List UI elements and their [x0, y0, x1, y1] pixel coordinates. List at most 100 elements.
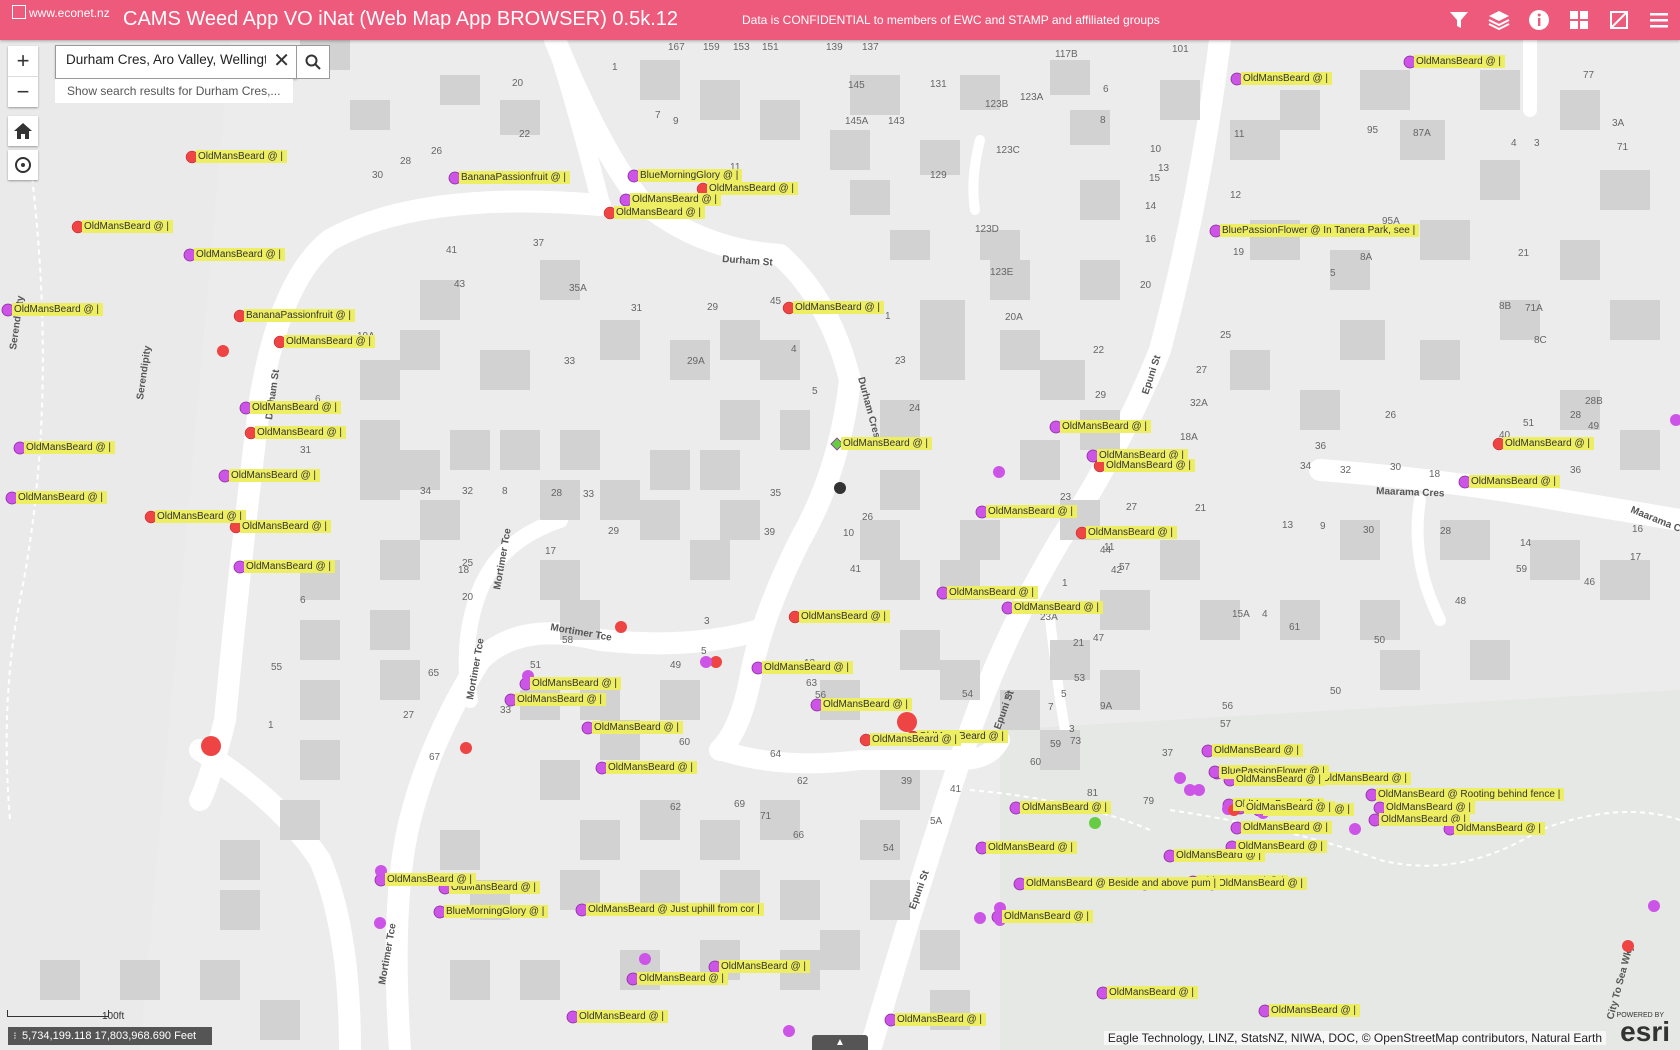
- observation-label[interactable]: OldMansBeard @ |: [1414, 55, 1506, 68]
- observation-point[interactable]: [783, 1025, 795, 1037]
- layers-icon[interactable]: [1479, 0, 1519, 40]
- search-button[interactable]: [296, 45, 330, 79]
- observation-label[interactable]: OldMansBeard @ |: [24, 441, 116, 454]
- observation-label[interactable]: OldMansBeard @ |: [1320, 772, 1412, 785]
- observation-label[interactable]: OldMansBeard @ |: [1241, 72, 1333, 85]
- observation-label[interactable]: OldMansBeard @ Rooting behind fence |: [1376, 788, 1565, 801]
- observation-label[interactable]: OldMansBeard @ |: [841, 437, 933, 450]
- observation-label[interactable]: OldMansBeard @ |: [1234, 773, 1326, 786]
- observation-label[interactable]: OldMansBeard @ |: [719, 960, 811, 973]
- menu-icon[interactable]: [1639, 0, 1679, 40]
- observation-label[interactable]: OldMansBeard @ |: [614, 206, 706, 219]
- zoom-out-button[interactable]: −: [8, 77, 38, 107]
- observation-label[interactable]: OldMansBeard @ |: [82, 220, 174, 233]
- observation-point[interactable]: [834, 482, 846, 494]
- observation-point[interactable]: [1622, 940, 1634, 952]
- grid-icon[interactable]: [1559, 0, 1599, 40]
- observation-point[interactable]: [217, 345, 229, 357]
- observation-label[interactable]: OldMansBeard @ |: [799, 610, 891, 623]
- observation-label[interactable]: OldMansBeard @ |: [1216, 877, 1308, 890]
- filter-icon[interactable]: [1439, 0, 1479, 40]
- observation-label[interactable]: OldMansBeard @ |: [637, 972, 729, 985]
- observation-point[interactable]: [974, 912, 986, 924]
- observation-label[interactable]: OldMansBeard @ |: [1107, 986, 1199, 999]
- observation-label[interactable]: BananaPassionfruit @ |: [459, 171, 571, 184]
- observation-label[interactable]: OldMansBeard @ |: [244, 560, 336, 573]
- observation-label[interactable]: OldMansBeard @ |: [1454, 822, 1546, 835]
- map-view[interactable]: Durham St Durham Cres Durham St Mortimer…: [0, 40, 1680, 1050]
- coordinate-icon[interactable]: ⁝: [8, 1028, 22, 1046]
- observation-label[interactable]: OldMansBeard @ |: [240, 520, 332, 533]
- observation-label[interactable]: BananaPassionfruit @ |: [244, 309, 356, 322]
- observation-label[interactable]: OldMansBeard @ |: [155, 510, 247, 523]
- observation-label[interactable]: OldMansBeard @ |: [515, 693, 607, 706]
- observation-label[interactable]: OldMansBeard @ |: [250, 401, 342, 414]
- zoom-in-button[interactable]: +: [8, 46, 38, 77]
- observation-label[interactable]: OldMansBeard @ |: [577, 1010, 669, 1023]
- observation-label[interactable]: OldMansBeard @ |: [1269, 1004, 1361, 1017]
- observation-label[interactable]: OldMansBeard @ |: [1060, 420, 1152, 433]
- observation-label[interactable]: OldMansBeard @ |: [870, 733, 962, 746]
- observation-label[interactable]: OldMansBeard @ |: [1020, 801, 1112, 814]
- observation-label[interactable]: OldMansBeard @ |: [1384, 801, 1476, 814]
- observation-label[interactable]: OldMansBeard @ |: [592, 721, 684, 734]
- observation-label[interactable]: OldMansBeard @ |: [606, 761, 698, 774]
- observation-label[interactable]: OldMansBeard @ |: [1469, 475, 1561, 488]
- observation-point[interactable]: [1648, 900, 1660, 912]
- clear-search-icon[interactable]: ✕: [273, 51, 290, 71]
- observation-label[interactable]: OldMansBeard @ |: [284, 335, 376, 348]
- house-number: 19: [1233, 247, 1245, 258]
- locate-icon: [15, 157, 31, 173]
- observation-label[interactable]: OldMansBeard @ |: [1012, 601, 1104, 614]
- observation-point[interactable]: [993, 466, 1005, 478]
- observation-label[interactable]: OldMansBeard @ Just uphill from cor |: [586, 903, 764, 916]
- observation-label[interactable]: BlueMorningGlory @ |: [444, 905, 549, 918]
- observation-label[interactable]: OldMansBeard @ |: [530, 677, 622, 690]
- info-icon[interactable]: [1519, 0, 1559, 40]
- observation-label[interactable]: OldMansBeard @ |: [1241, 821, 1333, 834]
- observation-label[interactable]: OldMansBeard @ |: [793, 301, 885, 314]
- observation-label[interactable]: OldMansBeard @ |: [1236, 840, 1328, 853]
- home-button[interactable]: [8, 116, 38, 146]
- observation-label[interactable]: OldMansBeard @ |: [986, 841, 1078, 854]
- observation-label[interactable]: OldMansBeard @ |: [947, 586, 1039, 599]
- observation-point[interactable]: [1349, 823, 1361, 835]
- observation-label[interactable]: OldMansBeard @ |: [1244, 801, 1336, 814]
- observation-point[interactable]: [897, 712, 917, 732]
- observation-point[interactable]: [1174, 772, 1186, 784]
- observation-point[interactable]: [615, 621, 627, 633]
- observation-label[interactable]: OldMansBeard @ |: [1212, 744, 1304, 757]
- observation-label[interactable]: OldMansBeard @ |: [255, 426, 347, 439]
- observation-label[interactable]: OldMansBeard @ |: [1503, 437, 1595, 450]
- search-suggestion[interactable]: Show search results for Durham Cres,...: [55, 79, 293, 103]
- locate-button[interactable]: [8, 150, 38, 180]
- search-input[interactable]: [66, 52, 266, 67]
- observation-point[interactable]: [700, 656, 712, 668]
- observation-label[interactable]: OldMansBeard @ |: [1086, 526, 1178, 539]
- observation-point[interactable]: [1089, 817, 1101, 829]
- observation-label[interactable]: BluePassionFlower @ In Tanera Park, see …: [1220, 224, 1420, 237]
- observation-label[interactable]: OldMansBeard @ |: [196, 150, 288, 163]
- observation-label[interactable]: BlueMorningGlory @ |: [638, 169, 743, 182]
- panel-toggle-button[interactable]: ▲: [812, 1035, 868, 1050]
- observation-label[interactable]: OldMansBeard @ |: [194, 248, 286, 261]
- observation-label[interactable]: OldMansBeard @ |: [1002, 910, 1094, 923]
- observation-label[interactable]: OldMansBeard @ |: [630, 193, 722, 206]
- observation-label[interactable]: OldMansBeard @ |: [1104, 459, 1196, 472]
- observation-label[interactable]: OldMansBeard @ |: [821, 698, 913, 711]
- observation-point[interactable]: [639, 953, 651, 965]
- esri-logo[interactable]: esri: [1618, 1010, 1670, 1048]
- observation-point[interactable]: [460, 742, 472, 754]
- observation-point[interactable]: [201, 736, 221, 756]
- observation-label[interactable]: OldMansBeard @ |: [762, 661, 854, 674]
- observation-label[interactable]: OldMansBeard @ |: [385, 873, 477, 886]
- collapse-icon[interactable]: [1599, 0, 1639, 40]
- observation-point[interactable]: [374, 917, 386, 929]
- observation-point[interactable]: [1193, 784, 1205, 796]
- observation-label[interactable]: OldMansBeard @ Beside and above pum |: [1024, 877, 1221, 890]
- observation-label[interactable]: OldMansBeard @ |: [16, 491, 108, 504]
- observation-label[interactable]: OldMansBeard @ |: [895, 1013, 987, 1026]
- observation-label[interactable]: OldMansBeard @ |: [12, 303, 104, 316]
- observation-label[interactable]: OldMansBeard @ |: [229, 469, 321, 482]
- observation-label[interactable]: OldMansBeard @ |: [986, 505, 1078, 518]
